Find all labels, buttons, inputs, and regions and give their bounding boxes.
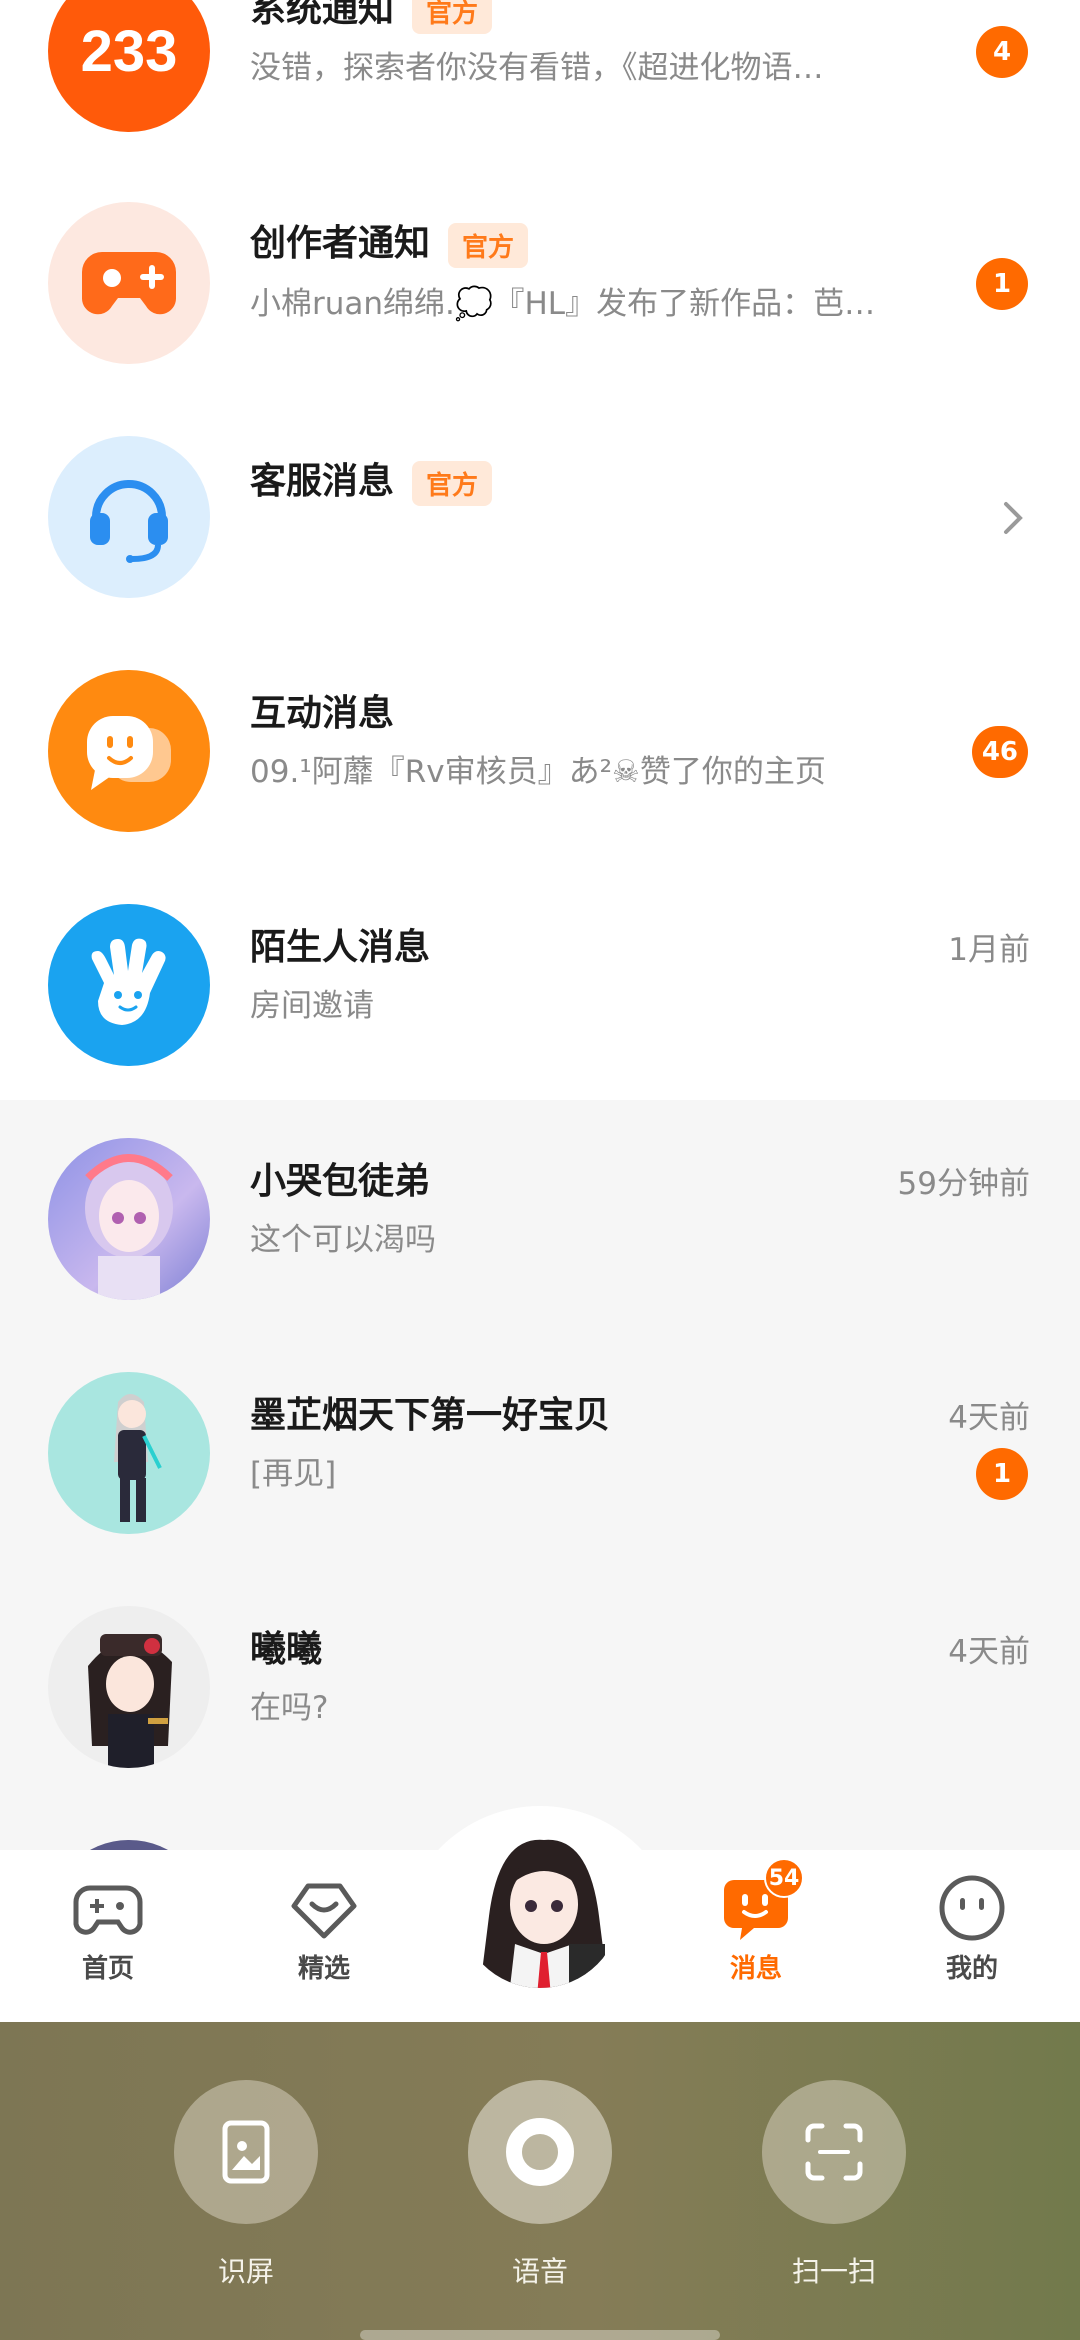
screen-image-icon <box>174 2080 318 2224</box>
conversation-title: 陌生人消息 <box>250 927 431 968</box>
screen-recognition-button[interactable]: 识屏 <box>174 2080 318 2290</box>
smiley-face-icon <box>936 1872 1008 1944</box>
scan-button[interactable]: 扫一扫 <box>762 2080 906 2290</box>
conversation-time: 1月前 <box>948 932 1030 968</box>
list-item-customer-service[interactable]: 客服消息 官方 <box>0 400 1080 634</box>
conversation-time: 4天前 <box>948 1634 1030 1670</box>
conversation-title: 小哭包徒弟 <box>250 1161 431 1202</box>
unread-badge: 4 <box>976 26 1028 78</box>
nav-featured[interactable]: 精选 <box>254 1872 394 1985</box>
conversation-preview: 房间邀请 <box>250 988 374 1024</box>
nav-me[interactable]: 我的 <box>902 1872 1042 1985</box>
conversation-preview: 在吗? <box>250 1690 329 1726</box>
nav-messages-label: 消息 <box>729 1954 782 1984</box>
home-indicator <box>360 2330 720 2340</box>
gamepad-plus-icon <box>48 202 210 364</box>
list-item-friend-chat[interactable]: 曦曦 在吗? 4天前 <box>0 1570 1080 1804</box>
voice-ring-icon <box>468 2080 612 2224</box>
scan-icon <box>762 2080 906 2224</box>
conversation-preview: 没错，探索者你没有看错，《超进化物语… <box>250 50 824 86</box>
conversation-preview: 这个可以渴吗 <box>250 1222 436 1258</box>
233-logo-icon: 233 <box>48 0 210 132</box>
scan-label: 扫一扫 <box>791 2255 876 2288</box>
conversation-preview: 小棉ruan绵绵.💭『HL』发布了新作品：芭… <box>250 286 876 322</box>
official-tag: 官方 <box>448 222 529 268</box>
messages-badge: 54 <box>764 1858 804 1898</box>
nav-home[interactable]: 首页 <box>38 1872 178 1985</box>
list-item-friend-chat[interactable]: 墨芷烟天下第一好宝贝 [再见] 4天前 1 <box>0 1336 1080 1570</box>
chevron-right-icon <box>1004 502 1023 534</box>
headset-icon <box>48 436 210 598</box>
conversation-title: 创作者通知 官方 <box>250 214 529 268</box>
heart-diamond-icon <box>288 1872 360 1944</box>
official-tag: 官方 <box>412 460 493 506</box>
conversation-time: 4天前 <box>948 1400 1030 1436</box>
conversation-title: 系统通知 官方 <box>250 0 493 34</box>
unread-badge: 1 <box>976 258 1028 310</box>
unread-badge: 46 <box>971 726 1028 778</box>
conversation-time: 59分钟前 <box>897 1166 1030 1202</box>
conversation-title: 客服消息 官方 <box>250 452 493 506</box>
voice-button[interactable]: 语音 <box>468 2080 612 2290</box>
voice-label: 语音 <box>511 2255 568 2288</box>
message-bubble-icon: 54 <box>720 1858 804 1944</box>
gamepad-icon <box>72 1872 144 1944</box>
list-item-friend-chat[interactable]: 小哭包徒弟 这个可以渴吗 59分钟前 <box>0 1102 1080 1336</box>
list-item-interaction[interactable]: 互动消息 09.¹阿蘼『Rv审核员』あ²☠赞了你的主页 46 <box>0 634 1080 868</box>
list-item-stranger[interactable]: 陌生人消息 房间邀请 1月前 <box>0 868 1080 1102</box>
nav-me-label: 我的 <box>945 1954 998 1984</box>
list-item-creator-notice[interactable]: 创作者通知 官方 小棉ruan绵绵.💭『HL』发布了新作品：芭… 1 <box>0 166 1080 400</box>
conversation-title: 墨芷烟天下第一好宝贝 <box>250 1395 611 1436</box>
conversation-preview: [再见] <box>250 1456 337 1492</box>
chat-bubble-smile-icon <box>48 670 210 832</box>
list-item-system-notice[interactable]: 233 系统通知 官方 没错，探索者你没有看错，《超进化物语… 4 <box>0 0 1080 168</box>
nav-home-label: 首页 <box>81 1954 134 1984</box>
user-avatar <box>48 1606 210 1768</box>
official-tag: 官方 <box>412 0 493 34</box>
conversation-title: 互动消息 <box>250 693 395 734</box>
user-avatar <box>48 1138 210 1300</box>
nav-featured-label: 精选 <box>297 1954 350 1984</box>
unread-badge: 1 <box>976 1448 1028 1500</box>
screen-recognition-label: 识屏 <box>217 2255 274 2288</box>
conversation-preview: 09.¹阿蘼『Rv审核员』あ²☠赞了你的主页 <box>250 754 826 790</box>
user-avatar <box>48 1372 210 1534</box>
nav-messages[interactable]: 54 消息 <box>686 1858 826 1985</box>
hand-wave-icon <box>48 904 210 1066</box>
conversation-title: 曦曦 <box>250 1629 323 1670</box>
center-avatar-button[interactable] <box>455 1822 625 1992</box>
